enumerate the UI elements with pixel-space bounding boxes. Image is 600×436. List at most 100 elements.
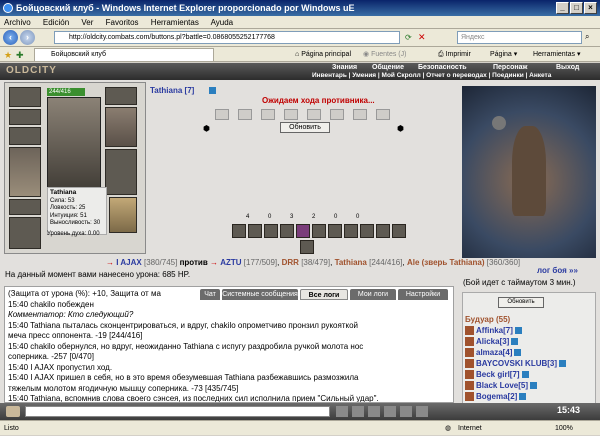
clear-icon[interactable] bbox=[352, 406, 364, 417]
menu-security[interactable]: Безопасность bbox=[418, 64, 467, 71]
stop-icon[interactable]: ✕ bbox=[418, 32, 426, 43]
enemy-1[interactable]: AZTU bbox=[220, 258, 241, 267]
search-icon[interactable]: ⌕ bbox=[585, 32, 589, 42]
home-button[interactable]: ⌂ Página principal bbox=[295, 47, 351, 62]
menu-communication[interactable]: Общение bbox=[372, 64, 404, 71]
menu-ver[interactable]: Ver bbox=[81, 18, 93, 27]
tab-system[interactable]: Системные сообщения bbox=[222, 289, 298, 300]
action-icon-10[interactable] bbox=[376, 224, 390, 238]
character-avatar[interactable] bbox=[47, 97, 101, 195]
amulet-slot[interactable] bbox=[9, 109, 41, 125]
stat-endurance: Выносливость: 30 bbox=[50, 220, 101, 226]
back-button[interactable]: ‹ bbox=[3, 30, 18, 45]
player-icon bbox=[465, 359, 474, 369]
menu-exit[interactable]: Выход bbox=[556, 64, 579, 71]
menu-bar: Archivo Edición Ver Favoritos Herramient… bbox=[0, 16, 600, 29]
refresh-icon[interactable]: ⟳ bbox=[405, 33, 412, 42]
action-icon-9[interactable] bbox=[360, 224, 374, 238]
left-arrow-icon[interactable]: ⬢ bbox=[203, 124, 210, 133]
menu-edicion[interactable]: Edición bbox=[43, 18, 69, 27]
action-icon-1[interactable] bbox=[232, 224, 246, 238]
search-input[interactable]: Яндекс bbox=[457, 31, 582, 44]
weapon-slot[interactable] bbox=[9, 147, 41, 197]
vs-label: против bbox=[179, 258, 208, 267]
menu-knowledge[interactable]: Знания bbox=[332, 64, 357, 71]
tools-button[interactable]: Herramientas ▾ bbox=[533, 47, 580, 62]
fight-slot-2[interactable] bbox=[238, 109, 252, 120]
refresh-button[interactable]: Обновить bbox=[280, 122, 330, 133]
armor-slot[interactable] bbox=[105, 107, 137, 147]
special-icon[interactable] bbox=[300, 240, 314, 254]
action-icon-3[interactable] bbox=[264, 224, 278, 238]
tab-my-logs[interactable]: Мои логи bbox=[350, 289, 396, 300]
translit-icon[interactable] bbox=[400, 406, 412, 417]
helmet-slot[interactable] bbox=[9, 87, 41, 107]
filter-icon[interactable] bbox=[384, 406, 396, 417]
earrings-slot[interactable] bbox=[9, 127, 41, 145]
enemy-4[interactable]: Ale (зверь Tathiana) bbox=[407, 258, 485, 267]
bracer-slot[interactable] bbox=[105, 87, 137, 105]
fight-slot-3[interactable] bbox=[261, 109, 275, 120]
gloves-slot[interactable] bbox=[9, 217, 41, 249]
belt-slot[interactable] bbox=[9, 199, 41, 215]
zoom-level[interactable]: 100% bbox=[555, 421, 573, 436]
battle-log-link[interactable]: лог боя »» bbox=[537, 266, 578, 275]
left-fighter[interactable]: I AJAX bbox=[116, 258, 142, 267]
sound-icon[interactable] bbox=[416, 406, 428, 417]
send-icon[interactable] bbox=[336, 406, 348, 417]
action-icon-4[interactable] bbox=[280, 224, 294, 238]
fight-slot-8[interactable] bbox=[376, 109, 390, 120]
room-refresh-button[interactable]: Обновить bbox=[498, 297, 544, 308]
boots-slot[interactable] bbox=[109, 197, 137, 233]
game-bottom-bar: 15:43 bbox=[0, 403, 600, 420]
action-icon-7[interactable] bbox=[328, 224, 342, 238]
enemy-2[interactable]: DRR bbox=[282, 258, 299, 267]
info-icon[interactable] bbox=[209, 87, 216, 94]
action-icon-2[interactable] bbox=[248, 224, 262, 238]
right-arrow-icon[interactable]: ⬢ bbox=[397, 124, 404, 133]
maximize-button[interactable]: □ bbox=[570, 2, 583, 14]
menu-favoritos[interactable]: Favoritos bbox=[106, 18, 139, 27]
menu-character[interactable]: Персонаж bbox=[493, 64, 527, 71]
add-favorite-icon[interactable]: ✚ bbox=[16, 48, 24, 63]
sub-menu[interactable]: Инвентарь | Умения | Мой Скролл | Отчет … bbox=[312, 72, 551, 79]
room-player[interactable]: almaza[4] bbox=[465, 348, 522, 358]
room-player[interactable]: Affinka[7] bbox=[465, 326, 522, 336]
action-icon-5[interactable] bbox=[296, 224, 310, 238]
url-input[interactable]: http://oldcity.combats.com/buttons.pl?ba… bbox=[54, 31, 400, 44]
action-icon-8[interactable] bbox=[344, 224, 358, 238]
chat-input[interactable] bbox=[25, 406, 330, 417]
fight-slot-7[interactable] bbox=[353, 109, 367, 120]
smiles-icon[interactable] bbox=[368, 406, 380, 417]
menu-archivo[interactable]: Archivo bbox=[4, 18, 31, 27]
close-button[interactable]: × bbox=[584, 2, 597, 14]
room-player[interactable]: BAYCOVSKI KLUB[3] bbox=[465, 359, 567, 369]
fight-slot-4[interactable] bbox=[284, 109, 298, 120]
favorites-star-icon[interactable]: ★ bbox=[4, 48, 12, 63]
shield-slot[interactable] bbox=[105, 149, 137, 195]
tab-boitsovskiy-klub[interactable]: Бойцовский клуб bbox=[34, 48, 214, 61]
chat-options-icon[interactable] bbox=[6, 406, 20, 417]
room-player[interactable]: Beck girl[7] bbox=[465, 370, 529, 380]
print-button[interactable]: ⎙ Imprimir bbox=[438, 47, 471, 62]
menu-ayuda[interactable]: Ayuda bbox=[211, 18, 234, 27]
tab-chat[interactable]: Чат bbox=[200, 289, 220, 300]
tab-settings[interactable]: Настройки bbox=[398, 289, 448, 300]
feeds-button[interactable]: ◉ Fuentes (J) bbox=[363, 47, 406, 62]
minimize-button[interactable]: _ bbox=[556, 2, 569, 14]
action-icon-6[interactable] bbox=[312, 224, 326, 238]
room-player[interactable]: Alicka[3] bbox=[465, 337, 519, 347]
fight-slot-5[interactable] bbox=[307, 109, 321, 120]
opponent-name[interactable]: Tathiana [7] bbox=[150, 86, 194, 95]
page-button[interactable]: Página ▾ bbox=[490, 47, 517, 62]
fight-slot-6[interactable] bbox=[330, 109, 344, 120]
enemy-3[interactable]: Tathiana bbox=[335, 258, 367, 267]
forward-button[interactable]: › bbox=[20, 30, 35, 45]
room-player[interactable]: Black Love[5] bbox=[465, 381, 538, 391]
tab-bar: ★ ✚ Бойцовский клуб ⌂ Página principal ◉… bbox=[0, 47, 600, 62]
tab-all-logs[interactable]: Все логи bbox=[300, 289, 348, 300]
action-icon-11[interactable] bbox=[392, 224, 406, 238]
menu-herramientas[interactable]: Herramientas bbox=[151, 18, 199, 27]
room-player[interactable]: Bogema[2] bbox=[465, 392, 527, 402]
fight-slot-1[interactable] bbox=[215, 109, 229, 120]
